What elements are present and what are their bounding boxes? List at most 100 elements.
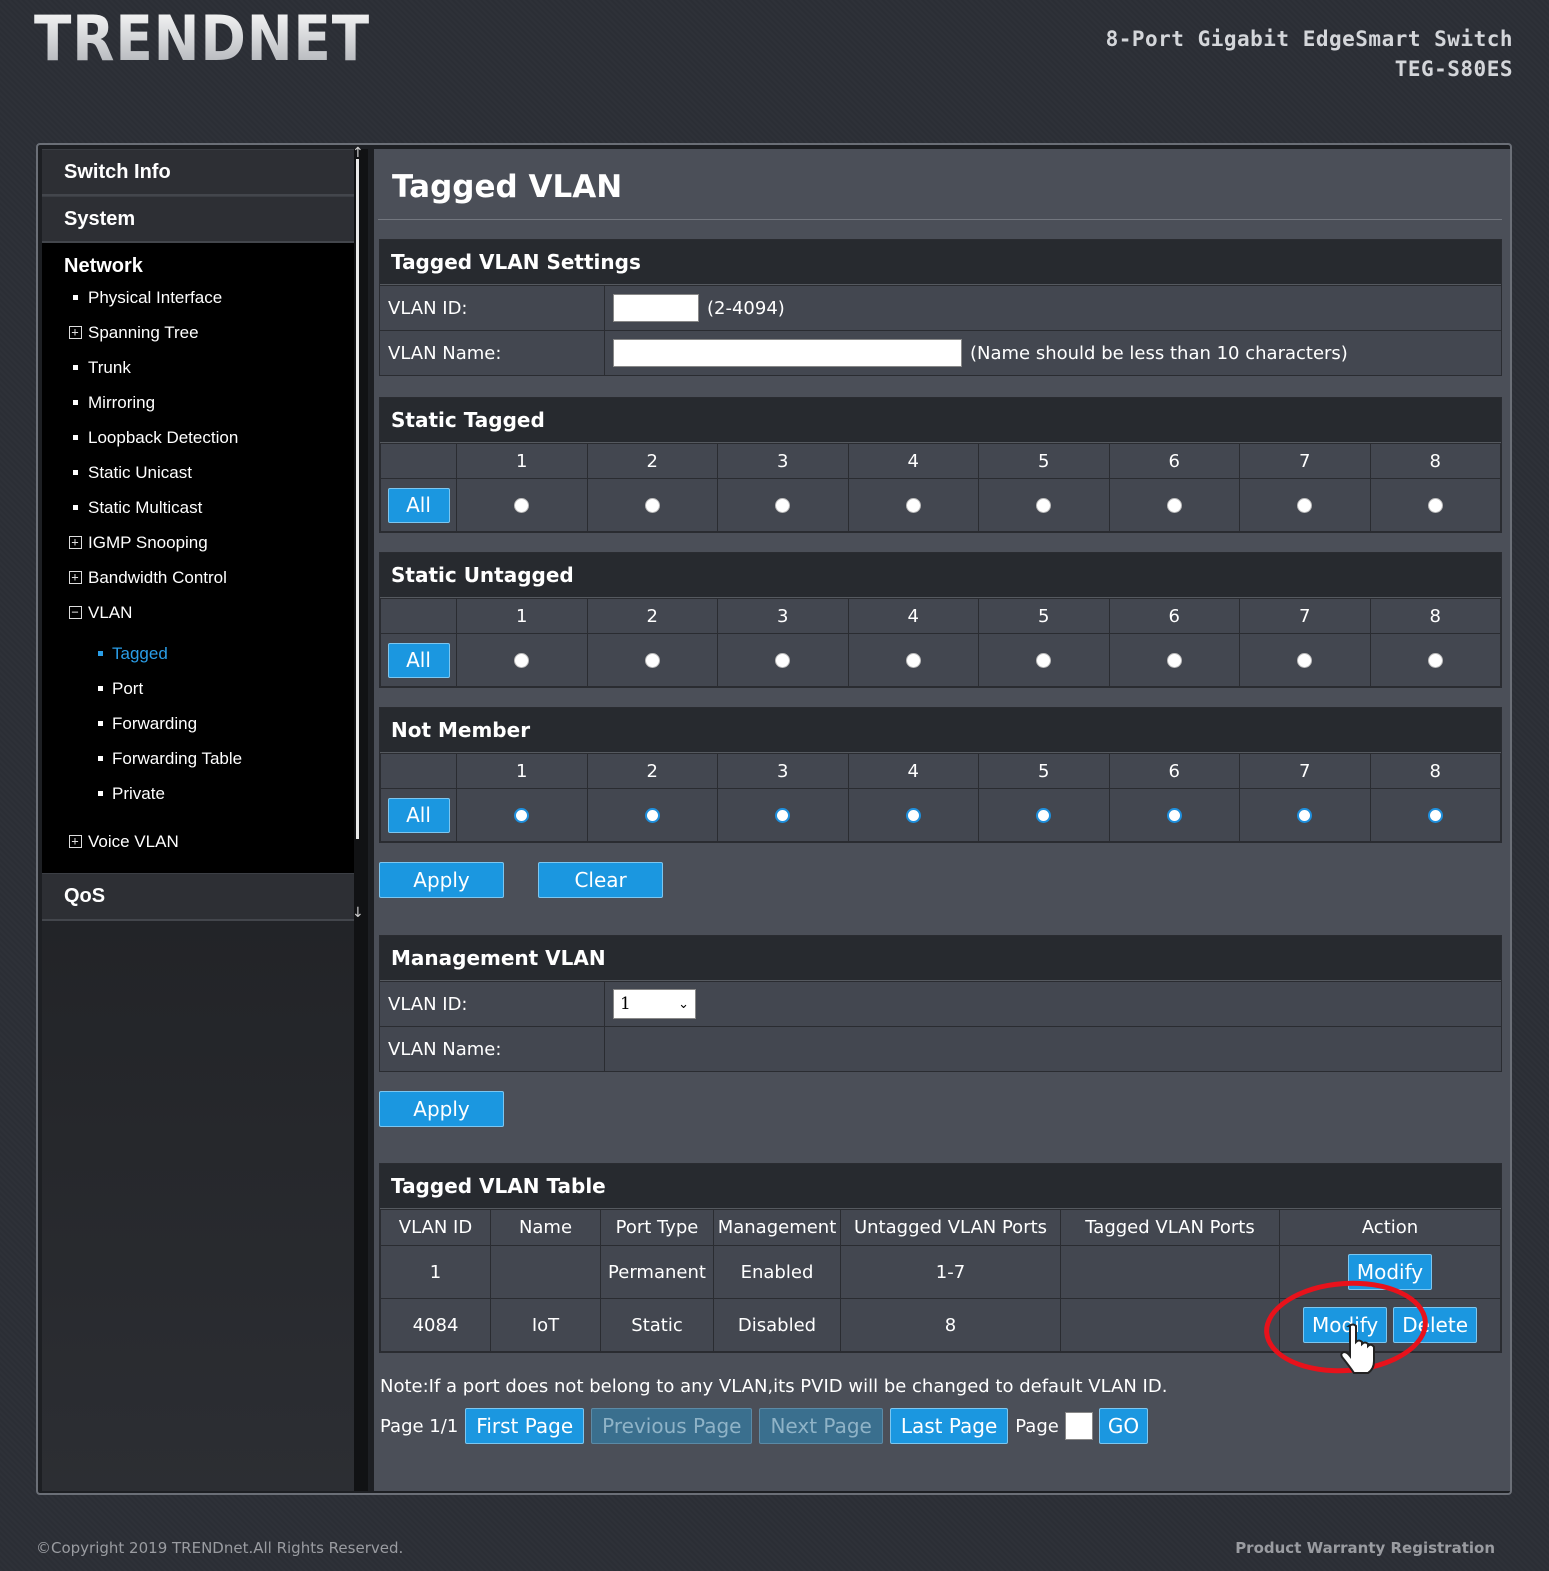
mgmt-apply-button[interactable]: Apply (379, 1091, 504, 1127)
port-number: 3 (717, 598, 849, 634)
port-radio[interactable] (644, 808, 660, 823)
mgmt-vlan-id-select[interactable]: 1 ⌄ (613, 989, 696, 1019)
sidebar-item-label: Loopback Detection (88, 427, 239, 447)
port-radio[interactable] (775, 653, 791, 668)
port-radio[interactable] (1036, 653, 1052, 668)
sidebar-item-vlan-forwarding[interactable]: Forwarding (42, 706, 354, 741)
sidebar-scrollbar[interactable]: ↑ ↓ (352, 145, 368, 1491)
title-divider (378, 219, 1502, 220)
sidebar-item-vlan-port[interactable]: Port (42, 671, 354, 706)
select-all-button[interactable]: All (387, 797, 450, 833)
sidebar-item-bandwidth-control[interactable]: + Bandwidth Control (42, 560, 354, 595)
first-page-button[interactable]: First Page (465, 1408, 585, 1444)
page-number-input[interactable] (1064, 1412, 1093, 1440)
port-radio[interactable] (905, 808, 921, 823)
sidebar-item-vlan-private[interactable]: Private (42, 776, 354, 811)
sidebar-item-vlan-forwarding-table[interactable]: Forwarding Table (42, 741, 354, 776)
apply-button[interactable]: Apply (379, 862, 504, 898)
port-radio[interactable] (514, 808, 530, 823)
chevron-down-icon: ⌄ (678, 996, 689, 1012)
port-radio[interactable] (644, 498, 660, 513)
port-radio[interactable] (1036, 498, 1052, 513)
column-header: VLAN ID (380, 1209, 491, 1246)
port-number: 6 (1108, 753, 1240, 789)
port-radio[interactable] (1297, 498, 1313, 513)
next-page-button[interactable]: Next Page (759, 1408, 883, 1444)
scrollbar-thumb[interactable] (356, 159, 359, 839)
bullet-icon (97, 791, 103, 796)
sidebar-item-label: Tagged (112, 643, 168, 663)
port-radio[interactable] (644, 653, 660, 668)
sidebar-item-label: Forwarding Table (112, 748, 243, 768)
select-value: 1 (620, 994, 631, 1014)
content-frame: Switch Info System Network Physical Inte… (36, 143, 1512, 1495)
expand-plus-icon[interactable]: + (68, 571, 82, 584)
port-radio[interactable] (1427, 808, 1443, 823)
previous-page-button[interactable]: Previous Page (591, 1408, 753, 1444)
mgmt-vlan-id-label: VLAN ID: (380, 982, 605, 1026)
vlan-id-input[interactable] (613, 294, 699, 322)
cell-vlan-id: 1 (380, 1245, 491, 1299)
port-number: 6 (1108, 598, 1240, 634)
sidebar-item-igmp-snooping[interactable]: + IGMP Snooping (42, 525, 354, 560)
sidebar-item-mirroring[interactable]: Mirroring (42, 385, 354, 420)
cell-tagged (1060, 1298, 1280, 1352)
expand-plus-icon[interactable]: + (68, 835, 82, 848)
sidebar-item-loopback-detection[interactable]: Loopback Detection (42, 420, 354, 455)
bullet-icon (72, 295, 78, 300)
sidebar-item-physical-interface[interactable]: Physical Interface (42, 280, 354, 315)
sidebar-item-vlan[interactable]: − VLAN (42, 595, 354, 630)
panel-heading: Static Tagged (380, 398, 1501, 443)
select-all-button[interactable]: All (387, 642, 450, 678)
sidebar-item-trunk[interactable]: Trunk (42, 350, 354, 385)
last-page-button[interactable]: Last Page (889, 1408, 1009, 1444)
vlan-name-input[interactable] (613, 339, 962, 367)
port-radio[interactable] (1297, 653, 1313, 668)
port-radio[interactable] (1166, 498, 1182, 513)
select-all-button[interactable]: All (387, 487, 450, 523)
port-radio[interactable] (1036, 808, 1052, 823)
port-number: 2 (586, 753, 718, 789)
clear-button[interactable]: Clear (538, 862, 664, 898)
port-radio[interactable] (1166, 808, 1182, 823)
go-button[interactable]: GO (1098, 1408, 1149, 1444)
mgmt-vlan-name-label: VLAN Name: (380, 1027, 605, 1071)
expand-plus-icon[interactable]: + (68, 326, 82, 339)
sidebar-item-voice-vlan[interactable]: + Voice VLAN (42, 824, 354, 859)
panel-heading: Tagged VLAN Table (380, 1164, 1501, 1209)
column-header: Action (1279, 1209, 1501, 1246)
port-radio[interactable] (1297, 808, 1313, 823)
sidebar-item-network[interactable]: Network (42, 255, 354, 278)
port-radio[interactable] (905, 498, 921, 513)
collapse-minus-icon[interactable]: − (68, 606, 82, 619)
port-radio[interactable] (775, 498, 791, 513)
sidebar-item-label: Bandwidth Control (88, 567, 227, 587)
port-number: 7 (1239, 443, 1371, 479)
sidebar-item-spanning-tree[interactable]: + Spanning Tree (42, 315, 354, 350)
port-radio[interactable] (514, 498, 530, 513)
sidebar-item-label: Private (112, 783, 165, 803)
port-number: 3 (717, 443, 849, 479)
port-radio[interactable] (905, 653, 921, 668)
scroll-down-icon[interactable]: ↓ (352, 905, 364, 921)
port-radio[interactable] (1427, 653, 1443, 668)
sidebar-item-qos[interactable]: QoS (42, 873, 354, 921)
sidebar-item-label: Mirroring (88, 392, 156, 412)
expand-plus-icon[interactable]: + (68, 536, 82, 549)
port-radio[interactable] (514, 653, 530, 668)
port-radio[interactable] (1166, 653, 1182, 668)
sidebar-item-static-unicast[interactable]: Static Unicast (42, 455, 354, 490)
pagination: Page 1/1 First Page Previous Page Next P… (380, 1408, 1155, 1444)
port-radio[interactable] (775, 808, 791, 823)
sidebar-item-vlan-tagged[interactable]: Tagged (42, 636, 354, 671)
port-number: 8 (1369, 598, 1501, 634)
sidebar-item-system[interactable]: System (42, 196, 354, 243)
port-radio[interactable] (1427, 498, 1443, 513)
warranty-link[interactable]: Product Warranty Registration (1235, 1539, 1495, 1557)
sidebar-item-static-multicast[interactable]: Static Multicast (42, 490, 354, 525)
port-number: 1 (456, 598, 588, 634)
port-number: 6 (1108, 443, 1240, 479)
sidebar-item-switch-info[interactable]: Switch Info (42, 149, 354, 196)
panel-heading: Not Member (380, 708, 1501, 753)
corner-cell (380, 753, 457, 789)
